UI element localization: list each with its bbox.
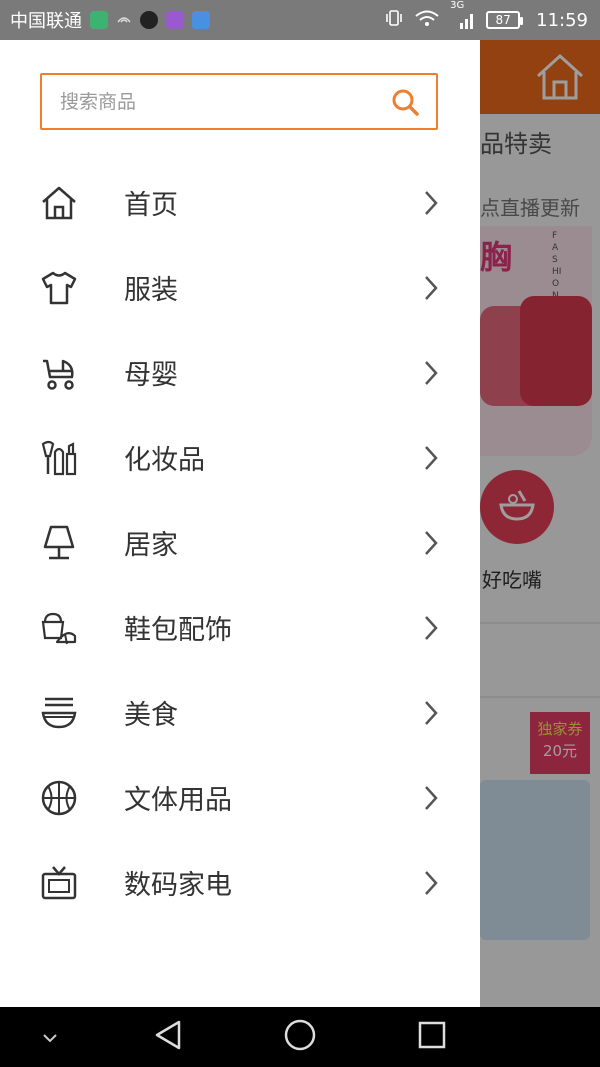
recent-apps-square-icon (417, 1020, 447, 1054)
home-nav-button[interactable] (280, 1017, 320, 1057)
stroller-icon (38, 352, 80, 394)
wifi-icon (414, 8, 440, 33)
back-triangle-icon (153, 1019, 183, 1055)
hide-keyboard-button[interactable] (36, 1017, 64, 1057)
chevron-right-icon (420, 613, 442, 643)
tv-icon (38, 862, 80, 904)
chevron-right-icon (420, 188, 442, 218)
menu-item-shoes-bags[interactable]: 鞋包配饰 (0, 585, 480, 670)
tshirt-icon (38, 267, 80, 309)
menu-item-label: 服装 (124, 275, 178, 306)
chevron-right-icon (420, 783, 442, 813)
menu-item-food[interactable]: 美食 (0, 670, 480, 755)
calendar-app-icon (192, 11, 210, 29)
search-box (40, 73, 438, 130)
back-button[interactable] (148, 1017, 188, 1057)
gallery-app-icon (166, 11, 184, 29)
menu-item-label: 母婴 (124, 360, 178, 391)
chevron-right-icon (420, 698, 442, 728)
home-icon (38, 182, 80, 224)
clock: 11:59 (536, 9, 588, 31)
qq-app-icon (140, 11, 158, 29)
system-navigation-bar (0, 1007, 600, 1067)
vibrate-icon (384, 8, 404, 33)
menu-item-label: 文体用品 (124, 785, 232, 816)
recent-apps-button[interactable] (412, 1017, 452, 1057)
category-menu: 首页 服装 母婴 化妆品 居家 鞋包配饰 美食 文体用品 数码家电 (0, 160, 480, 925)
signal-icon: 3G (450, 0, 476, 30)
network-type: 3G (450, 0, 465, 11)
status-bar: 中国联通 3G 87 11:59 (0, 0, 600, 40)
home-circle-icon (283, 1018, 317, 1056)
wechat-app-icon (90, 11, 108, 29)
basketball-icon (38, 777, 80, 819)
menu-item-sports-stationery[interactable]: 文体用品 (0, 755, 480, 840)
lamp-icon (38, 522, 80, 564)
cosmetics-icon (38, 437, 80, 479)
chevron-down-icon (42, 1028, 58, 1047)
search-icon[interactable] (388, 85, 422, 119)
menu-item-baby[interactable]: 母婴 (0, 330, 480, 415)
battery-indicator: 87 (486, 11, 524, 29)
battery-level: 87 (495, 13, 511, 27)
menu-item-home[interactable]: 首页 (0, 160, 480, 245)
drawer-scrim[interactable] (480, 40, 600, 1007)
menu-item-label: 化妆品 (124, 445, 205, 476)
menu-item-home-living[interactable]: 居家 (0, 500, 480, 585)
menu-item-label: 数码家电 (124, 870, 232, 901)
menu-item-cosmetics[interactable]: 化妆品 (0, 415, 480, 500)
shoe-bag-icon (38, 607, 80, 649)
menu-item-label: 居家 (124, 530, 178, 561)
category-drawer: 首页 服装 母婴 化妆品 居家 (0, 40, 480, 1007)
menu-item-label: 首页 (124, 190, 178, 221)
chevron-right-icon (420, 868, 442, 898)
menu-item-label: 美食 (124, 700, 178, 731)
chevron-right-icon (420, 443, 442, 473)
chevron-right-icon (420, 528, 442, 558)
menu-item-electronics[interactable]: 数码家电 (0, 840, 480, 925)
cast-icon (116, 10, 132, 31)
search-input[interactable] (42, 75, 388, 128)
noodle-bowl-icon (38, 692, 80, 734)
menu-item-label: 鞋包配饰 (124, 615, 232, 646)
chevron-right-icon (420, 358, 442, 388)
carrier-name: 中国联通 (10, 11, 82, 32)
chevron-right-icon (420, 273, 442, 303)
menu-item-clothing[interactable]: 服装 (0, 245, 480, 330)
